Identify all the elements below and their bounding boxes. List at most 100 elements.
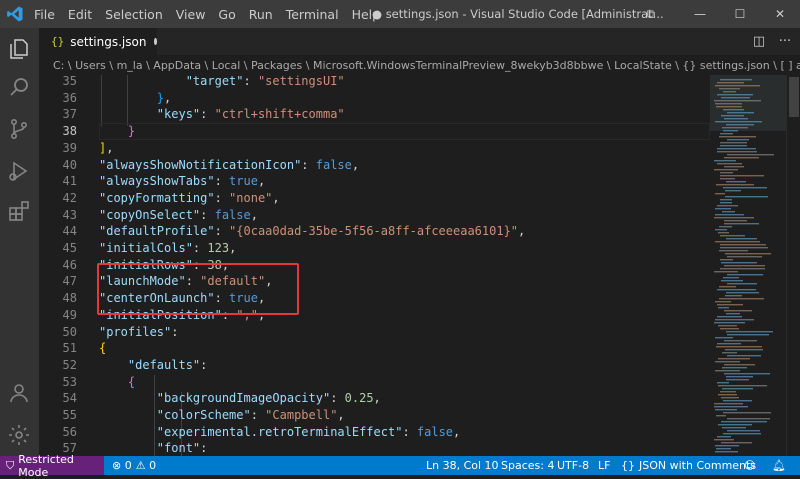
line-number: 36 [62, 90, 77, 105]
line-number: 38 [62, 124, 77, 139]
close-button[interactable]: ✕ [760, 0, 800, 28]
code-text[interactable]: "backgroundImageOpacity": 0.25, [99, 390, 381, 407]
minimap[interactable] [710, 75, 786, 456]
menu-selection[interactable]: Selection [105, 7, 163, 22]
code-line[interactable]: 50 "profiles": [39, 324, 710, 341]
error-icon: ⊗ [112, 459, 125, 472]
restricted-mode-indicator[interactable]: ⛉ Restricted Mode [0, 453, 104, 479]
activity-bar [0, 28, 39, 456]
scrollbar-thumb[interactable] [789, 77, 799, 117]
status-bar: ⛉ Restricted Mode ⊗ 0 ⚠ 0 Ln 38, Col 10 … [0, 453, 800, 479]
menu-bar: File Edit Selection View Go Run Terminal… [34, 0, 393, 28]
unsaved-dot-icon[interactable] [154, 38, 157, 45]
code-line[interactable]: 42 "copyFormatting": "none", [39, 190, 710, 207]
line-number: 55 [62, 408, 77, 422]
code-line[interactable]: 41 "alwaysShowTabs": true, [39, 173, 710, 190]
code-line[interactable]: 38 } [39, 123, 710, 140]
settings-gear-icon[interactable] [6, 422, 32, 448]
breadcrumb: C: \ Users \ m_la \ AppData \ Local \ Pa… [39, 55, 800, 75]
code-text[interactable]: ], [99, 140, 113, 157]
code-text[interactable]: "font": [99, 440, 208, 456]
code-text[interactable]: "initialCols": 123, [99, 240, 236, 257]
notifications-bell-icon[interactable]: 🔔︎ [772, 456, 786, 475]
code-line[interactable]: 52 "defaults": [39, 357, 710, 374]
code-line[interactable]: 44 "defaultProfile": "{0caa0dad-35be-5f56… [39, 223, 710, 240]
run-debug-icon[interactable] [6, 158, 32, 184]
search-icon[interactable] [6, 74, 32, 100]
tab-bar: {} settings.json ◫ ··· [39, 28, 800, 55]
breadcrumb-path[interactable]: C: \ Users \ m_la \ AppData \ Local \ Pa… [53, 59, 800, 72]
more-actions-icon[interactable]: ··· [773, 28, 797, 55]
line-number: 47 [62, 274, 77, 289]
end-of-line[interactable]: LF [598, 456, 610, 475]
line-number: 54 [62, 391, 77, 406]
code-text[interactable]: { [99, 340, 106, 357]
menu-file[interactable]: File [34, 7, 55, 22]
code-text[interactable]: }, [99, 90, 171, 107]
code-line[interactable]: 51 { [39, 340, 710, 357]
code-line[interactable]: 45 "initialCols": 123, [39, 240, 710, 257]
code-text[interactable]: "alwaysShowNotificationIcon": false, [99, 157, 359, 174]
code-text[interactable]: "alwaysShowTabs": true, [99, 173, 265, 190]
code-text[interactable]: "experimental.retroTerminalEffect": fals… [99, 424, 460, 441]
minimize-button[interactable]: — [680, 0, 720, 28]
vscode-logo-icon [7, 6, 23, 22]
line-number: 37 [62, 107, 77, 122]
tab-settings-json[interactable]: {} settings.json [39, 28, 157, 55]
line-number: 51 [62, 341, 77, 356]
menu-view[interactable]: View [176, 7, 206, 22]
vertical-scrollbar[interactable] [786, 75, 800, 456]
extensions-icon[interactable] [6, 198, 32, 224]
feedback-icon[interactable]: ☺ [744, 456, 755, 475]
line-number: 49 [62, 307, 77, 322]
code-text[interactable]: { [99, 374, 135, 391]
error-count: 0 [124, 459, 132, 472]
code-line[interactable]: 57 "font": [39, 440, 710, 456]
code-text[interactable]: "defaultProfile": "{0caa0dad-35be-5f56-a… [99, 223, 525, 240]
code-line[interactable]: 40 "alwaysShowNotificationIcon": false, [39, 157, 710, 174]
code-text[interactable]: "copyFormatting": "none", [99, 190, 280, 207]
menu-run[interactable]: Run [249, 7, 273, 22]
encoding[interactable]: UTF-8 [557, 456, 589, 475]
code-line[interactable]: 39], [39, 140, 710, 157]
code-line[interactable]: 54 "backgroundImageOpacity": 0.25, [39, 390, 710, 407]
cursor-position[interactable]: Ln 38, Col 10 [426, 456, 499, 475]
code-line[interactable]: 53 { [39, 374, 710, 391]
language-label: JSON with Comments [639, 459, 757, 472]
line-number: 48 [62, 291, 77, 306]
code-text[interactable]: "profiles": [99, 324, 178, 341]
explorer-icon[interactable] [6, 36, 32, 62]
line-number: 45 [62, 241, 77, 255]
menu-go[interactable]: Go [218, 7, 235, 22]
code-text[interactable]: "colorScheme": "Campbell", [99, 407, 345, 424]
current-line-highlight [99, 123, 710, 140]
problems-indicator[interactable]: ⊗ 0 ⚠ 0 [112, 456, 156, 475]
code-text[interactable]: "copyOnSelect": false, [99, 207, 258, 224]
layout-icon[interactable]: ⧉ [636, 0, 666, 28]
indentation[interactable]: Spaces: 4 [501, 456, 554, 475]
language-mode[interactable]: {} JSON with Comments [621, 456, 756, 475]
line-number: 39 [62, 140, 77, 155]
code-line[interactable]: 43 "copyOnSelect": false, [39, 207, 710, 224]
braces-icon: {} [621, 459, 635, 472]
menu-terminal[interactable]: Terminal [286, 7, 339, 22]
menu-edit[interactable]: Edit [68, 7, 92, 22]
account-icon[interactable] [6, 380, 32, 406]
source-control-icon[interactable] [6, 116, 32, 142]
code-text[interactable]: "defaults": [99, 357, 207, 374]
code-line[interactable]: 55 "colorScheme": "Campbell", [39, 407, 710, 424]
code-line[interactable]: 35 "target": "settingsUI" [39, 75, 710, 90]
code-line[interactable]: 36 }, [39, 90, 710, 107]
code-line[interactable]: 37 "keys": "ctrl+shift+comma" [39, 106, 710, 123]
code-text[interactable]: } [99, 123, 135, 140]
line-number: 41 [62, 174, 77, 189]
title-bar: File Edit Selection View Go Run Terminal… [0, 0, 800, 28]
line-number: 43 [62, 207, 77, 222]
code-text[interactable]: "target": "settingsUI" [99, 75, 345, 90]
line-number: 46 [62, 257, 77, 272]
code-text[interactable]: "keys": "ctrl+shift+comma" [99, 106, 345, 123]
split-editor-icon[interactable]: ◫ [747, 28, 771, 55]
code-line[interactable]: 56 "experimental.retroTerminalEffect": f… [39, 424, 710, 441]
highlight-annotation-box [97, 263, 299, 315]
maximize-button[interactable]: ☐ [720, 0, 760, 28]
